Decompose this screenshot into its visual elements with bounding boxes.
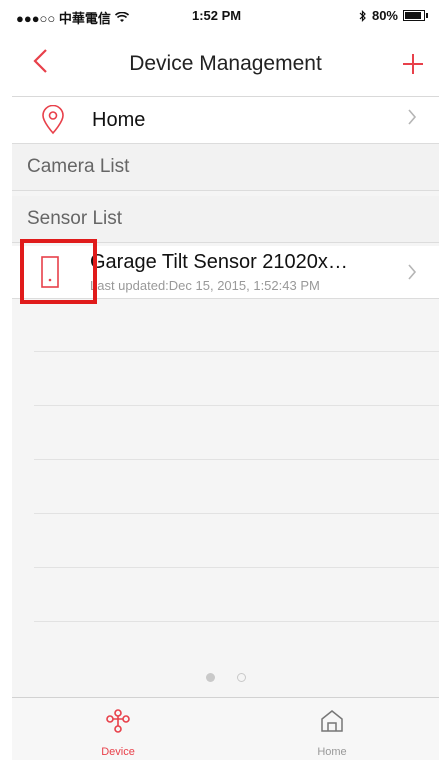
status-right: 80% (359, 8, 428, 23)
chevron-right-icon (408, 109, 417, 125)
wifi-icon (114, 12, 129, 22)
bluetooth-icon (359, 9, 366, 22)
device-network-icon (106, 709, 130, 733)
page-title: Device Management (129, 52, 322, 75)
tab-home[interactable]: Home (272, 698, 392, 760)
nav-bar: Device Management (12, 34, 439, 97)
tab-bar: Device Home (12, 697, 439, 760)
tab-device-label: Device (101, 746, 135, 758)
add-device-button[interactable] (401, 42, 425, 84)
status-bar: ●●●○○ 中華電信 1:52 PM 80% (12, 0, 439, 34)
sensor-name: Garage Tilt Sensor 21020x… (90, 251, 348, 273)
sensor-list-label: Sensor List (27, 208, 123, 229)
camera-list-label: Camera List (27, 156, 130, 177)
tab-device[interactable]: Device (58, 698, 178, 760)
camera-list-header: Camera List (12, 144, 439, 191)
battery-percent: 80% (371, 8, 398, 23)
status-left: ●●●○○ 中華電信 (16, 8, 129, 27)
home-location-row[interactable]: Home (12, 97, 439, 144)
list-separator (34, 352, 439, 406)
sensor-list-header: Sensor List (12, 196, 439, 243)
battery-icon (403, 10, 428, 21)
sensor-last-updated: Last updated:Dec 15, 2015, 1:52:43 PM (90, 278, 320, 293)
page-indicator[interactable] (12, 673, 439, 682)
page-dot-active[interactable] (205, 673, 215, 682)
page-dot[interactable] (236, 673, 246, 682)
door-sensor-icon (41, 256, 59, 288)
plus-icon (403, 54, 423, 74)
list-separator (34, 298, 439, 352)
list-separator (34, 460, 439, 514)
sensor-row[interactable]: Garage Tilt Sensor 21020x… Last updated:… (12, 246, 439, 299)
location-pin-icon (42, 105, 64, 135)
empty-list-area (34, 298, 439, 622)
list-separator (34, 406, 439, 460)
list-separator (34, 514, 439, 568)
app-screen: ●●●○○ 中華電信 1:52 PM 80% Device Management (12, 0, 439, 760)
tab-home-label: Home (317, 746, 347, 758)
list-separator (34, 568, 439, 622)
carrier-label: ●●●○○ 中華電信 (16, 11, 111, 26)
home-label: Home (92, 109, 146, 131)
home-icon (321, 710, 343, 732)
status-time: 1:52 PM (192, 8, 242, 23)
chevron-right-icon (408, 264, 417, 280)
